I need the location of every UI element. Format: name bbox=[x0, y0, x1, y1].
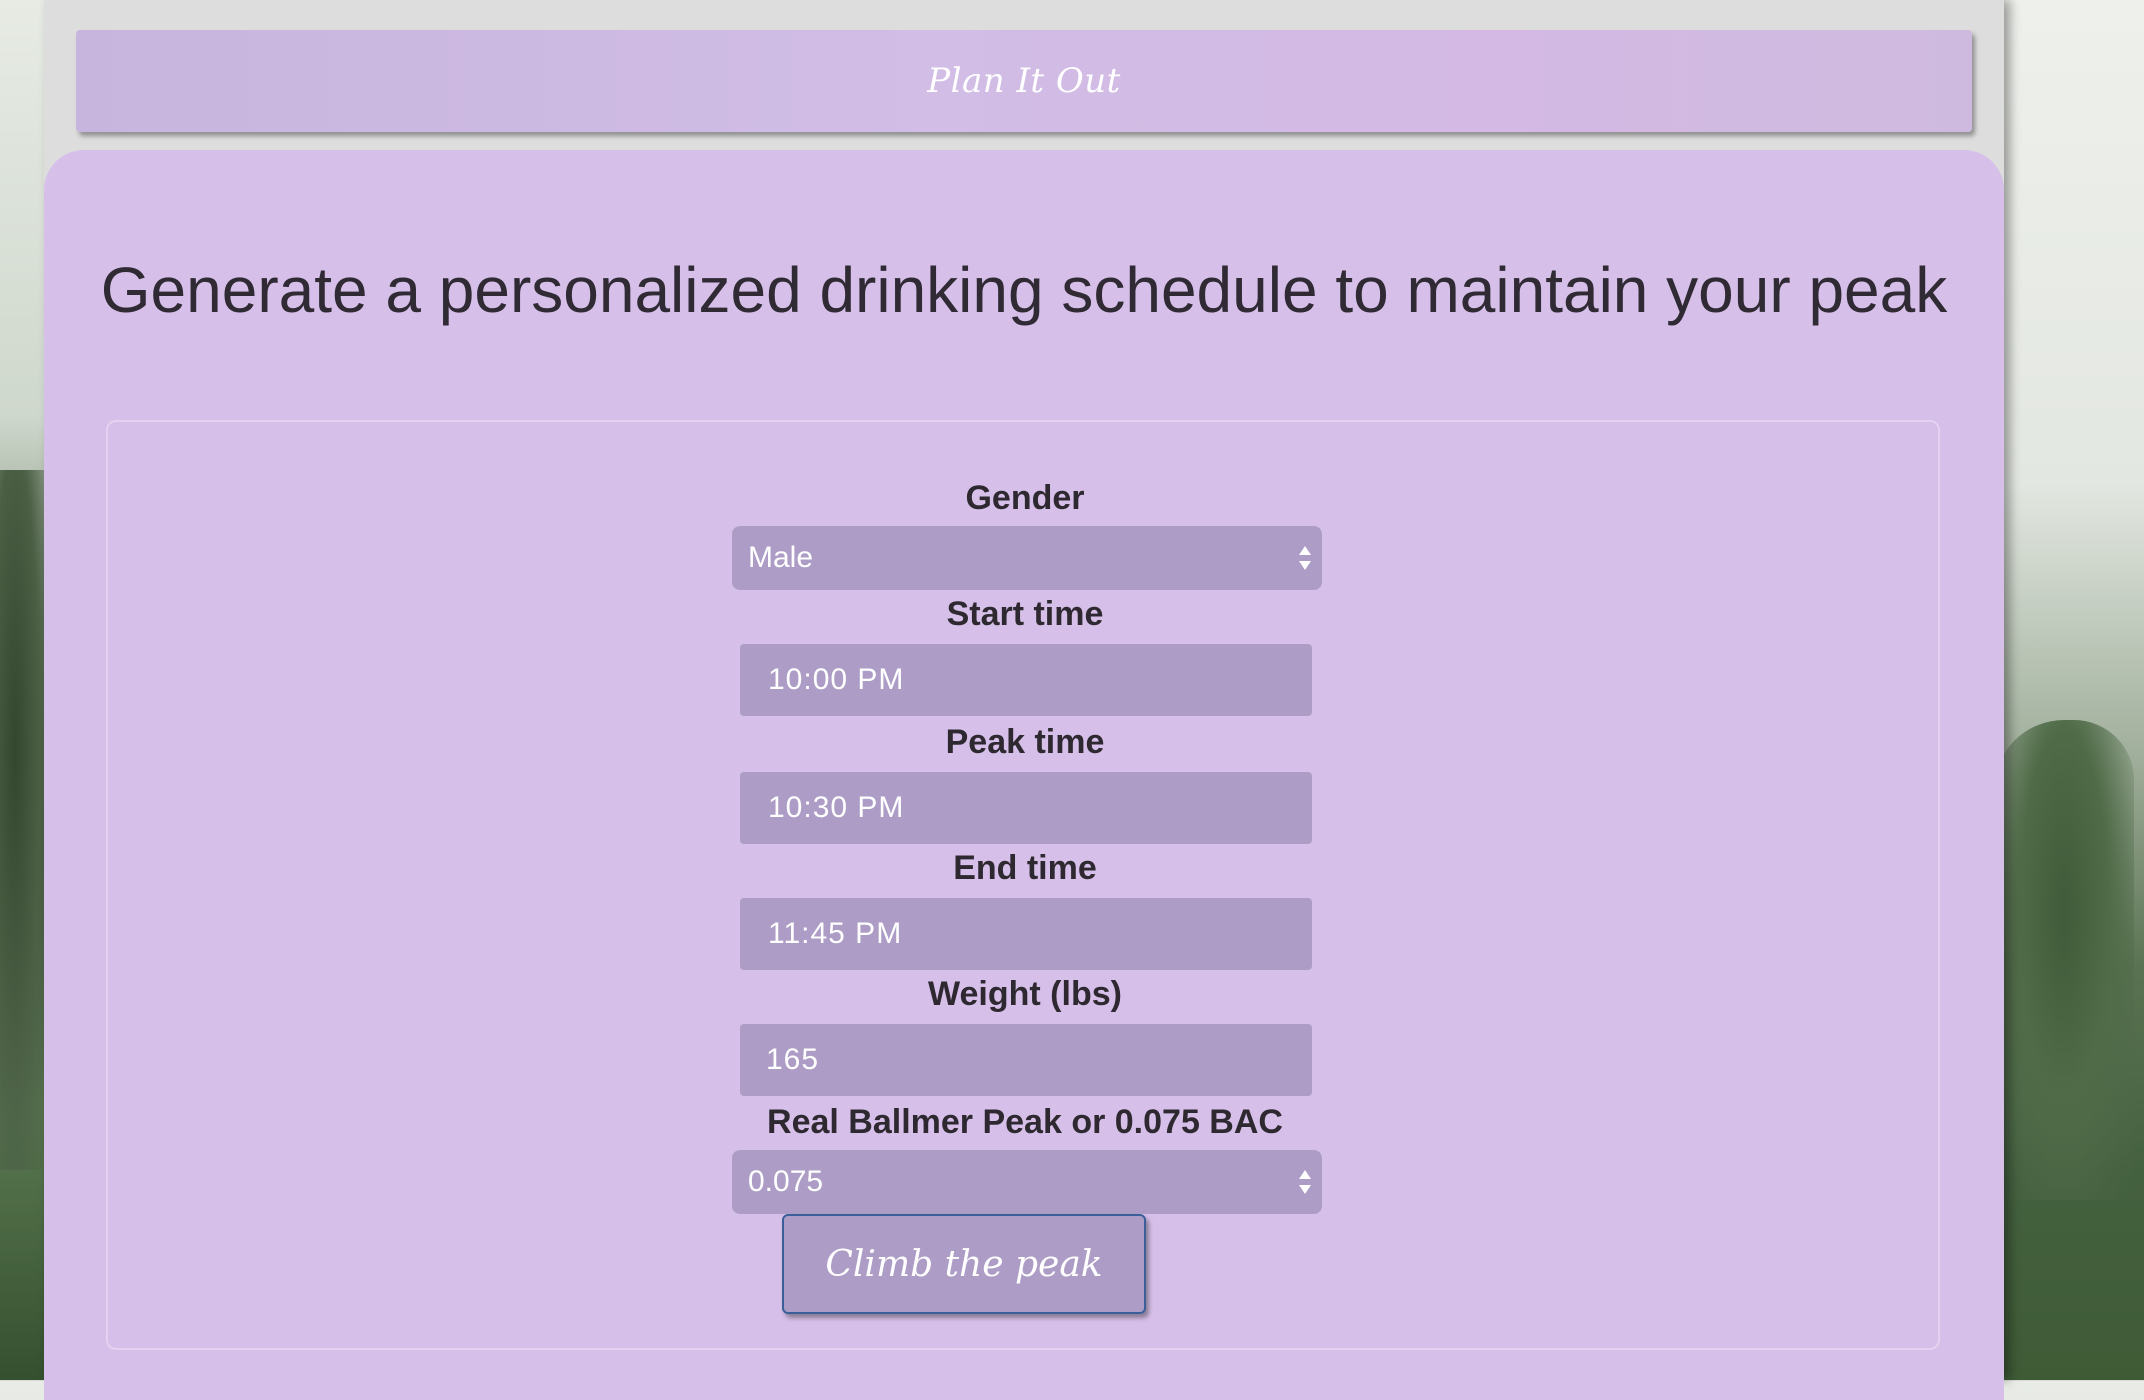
page-headline: Generate a personalized drinking schedul… bbox=[100, 254, 1948, 326]
peak-time-input[interactable]: 10:30 PM bbox=[740, 772, 1312, 844]
start-time-input[interactable]: 10:00 PM bbox=[740, 644, 1312, 716]
background-tree-right bbox=[1994, 720, 2134, 1200]
climb-the-peak-label: Climb the peak bbox=[825, 1243, 1103, 1285]
start-time-value: 10:00 PM bbox=[768, 663, 905, 696]
select-arrows-icon bbox=[1299, 1170, 1311, 1194]
weight-input[interactable]: 165 bbox=[740, 1024, 1312, 1096]
gender-select[interactable]: Male bbox=[732, 526, 1322, 590]
end-time-input[interactable]: 11:45 PM bbox=[740, 898, 1312, 970]
end-time-value: 11:45 PM bbox=[768, 917, 903, 950]
gender-select-value: Male bbox=[748, 541, 814, 574]
target-bac-select[interactable]: 0.075 bbox=[732, 1150, 1322, 1214]
background-tree-left bbox=[0, 470, 50, 1170]
gender-label: Gender bbox=[965, 479, 1085, 517]
start-time-label: Start time bbox=[946, 595, 1104, 633]
peak-time-value: 10:30 PM bbox=[768, 791, 905, 824]
climb-the-peak-button[interactable]: Climb the peak bbox=[782, 1214, 1146, 1314]
target-bac-label: Real Ballmer Peak or 0.075 BAC bbox=[767, 1103, 1283, 1141]
plan-it-out-bar[interactable]: Plan It Out bbox=[76, 30, 1972, 132]
weight-label: Weight (lbs) bbox=[928, 975, 1122, 1013]
main-panel: Generate a personalized drinking schedul… bbox=[44, 150, 2004, 1400]
plan-it-out-title: Plan It Out bbox=[927, 61, 1121, 101]
schedule-form: Gender Male Start time 10:00 PM Peak tim… bbox=[106, 420, 1940, 1350]
weight-value: 165 bbox=[766, 1043, 820, 1076]
target-bac-select-value: 0.075 bbox=[748, 1165, 824, 1198]
select-arrows-icon bbox=[1299, 546, 1311, 570]
end-time-label: End time bbox=[953, 849, 1097, 887]
peak-time-label: Peak time bbox=[945, 723, 1105, 761]
